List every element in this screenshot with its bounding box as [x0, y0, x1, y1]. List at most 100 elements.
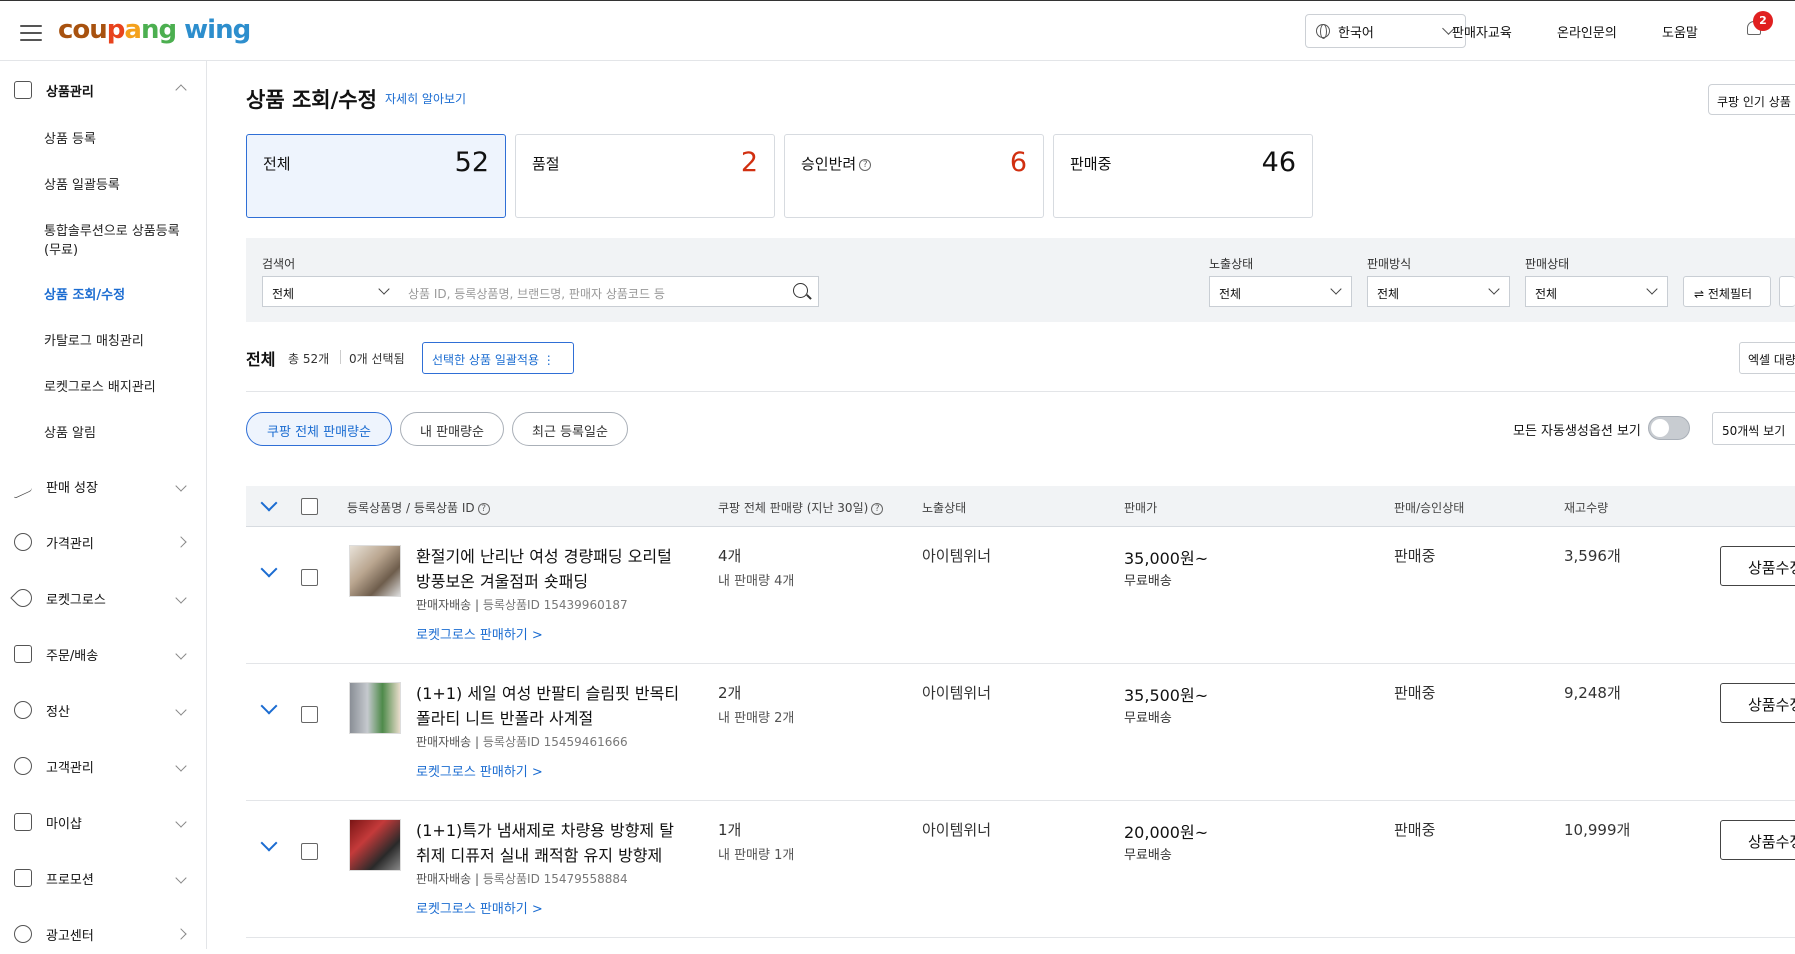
stat-card-soldout[interactable]: 품절 2 — [515, 134, 775, 218]
sort-recent[interactable]: 최근 등록일순 — [512, 412, 628, 446]
product-thumbnail[interactable] — [349, 545, 401, 597]
language-select[interactable]: 한국어 — [1305, 14, 1466, 48]
sidebar-group-promotion[interactable]: 프로모션 — [0, 858, 207, 898]
total-sales: 4개 — [718, 547, 742, 565]
rocket-icon — [10, 585, 36, 611]
expand-row-icon[interactable] — [260, 834, 278, 852]
per-page-select[interactable]: 50개씩 보기 — [1712, 412, 1795, 445]
auto-option-toggle[interactable] — [1648, 416, 1690, 440]
sidebar-item-catalog-matching[interactable]: 카탈로그 매칭관리 — [44, 332, 194, 351]
sidebar-group-label: 상품관리 — [46, 84, 94, 100]
price-tag-icon — [14, 533, 32, 551]
sale-status-select[interactable]: 전체 — [1525, 276, 1668, 307]
edit-product-button[interactable]: 상품수정 — [1720, 546, 1795, 586]
sidebar-group-product-management[interactable]: 상품관리 — [0, 70, 207, 110]
trend-icon — [14, 472, 32, 500]
sidebar-item-bulk-register[interactable]: 상품 일괄등록 — [44, 176, 194, 195]
help-icon[interactable]: ? — [477, 502, 490, 515]
chevron-down-icon — [1646, 283, 1658, 295]
sidebar-group-label: 로켓그로스 — [46, 592, 106, 608]
search-scope-select[interactable]: 전체 — [262, 276, 400, 307]
filter-icon: ⇌ — [1694, 287, 1708, 301]
popular-products-button[interactable]: 쿠팡 인기 상품 — [1708, 84, 1795, 115]
divider — [246, 391, 1795, 392]
bulk-apply-button[interactable]: 선택한 상품 일괄적용 ⋮ — [422, 342, 574, 374]
select-all-checkbox[interactable] — [301, 498, 318, 515]
ad-icon — [14, 925, 32, 943]
sidebar-group-settlement[interactable]: 정산 — [0, 690, 207, 730]
sidebar-group-myshop[interactable]: 마이샵 — [0, 802, 207, 842]
help-icon[interactable]: ? — [859, 158, 872, 171]
extra-filter-button[interactable] — [1779, 276, 1795, 307]
sale-status: 판매중 — [1394, 684, 1436, 702]
sidebar-group-rocketgrowth[interactable]: 로켓그로스 — [0, 578, 207, 618]
row-checkbox[interactable] — [301, 843, 318, 860]
menu-icon[interactable] — [20, 25, 42, 41]
sidebar-group-label: 판매 성장 — [46, 480, 98, 496]
total-sales: 2개 — [718, 684, 742, 702]
help-icon[interactable]: ? — [871, 502, 884, 515]
sort-coupang-sales[interactable]: 쿠팡 전체 판매량순 — [246, 412, 392, 446]
learn-more-link[interactable]: 자세히 알아보기 — [385, 90, 466, 107]
product-name[interactable]: (1+1)특가 냄새제로 차량용 방향제 탈취제 디퓨저 실내 쾌적함 유지 방… — [416, 818, 686, 868]
product-thumbnail[interactable] — [349, 819, 401, 871]
sort-my-sales[interactable]: 내 판매량순 — [400, 412, 504, 446]
product-id: 등록상품ID 15479558884 — [482, 872, 628, 886]
shipping-type: 판매자배송 — [416, 872, 472, 886]
sidebar-group-price[interactable]: 가격관리 — [0, 522, 207, 562]
sidebar-group-sales-growth[interactable]: 판매 성장 — [0, 466, 207, 506]
logo-text: cou — [58, 15, 108, 45]
search-icon[interactable] — [793, 283, 808, 298]
sidebar-group-label: 광고센터 — [46, 928, 94, 944]
shipping-type: 판매자배송 — [416, 735, 472, 749]
sidebar-item-product-alert[interactable]: 상품 알림 — [44, 424, 194, 443]
logo-text: a — [124, 15, 142, 45]
sidebar-item-product-search[interactable]: 상품 조회/수정 — [44, 286, 194, 305]
product-meta: 판매자배송 | 등록상품ID 15459461666 — [416, 735, 628, 749]
product-name[interactable]: (1+1) 세일 여성 반팔티 슬림핏 반목티 폴라티 니트 반폴라 사계절 — [416, 681, 686, 731]
stat-card-rejected[interactable]: 승인반려? 6 — [784, 134, 1044, 218]
sidebar-item-rocketgrowth-badge[interactable]: 로켓그로스 배지관리 — [44, 378, 194, 397]
product-thumbnail[interactable] — [349, 682, 401, 734]
help-link[interactable]: 도움말 — [1662, 22, 1698, 41]
edit-product-button[interactable]: 상품수정 — [1720, 820, 1795, 860]
expand-row-icon[interactable] — [260, 560, 278, 578]
sale-method-select[interactable]: 전체 — [1367, 276, 1510, 307]
row-checkbox[interactable] — [301, 569, 318, 586]
sidebar-item-solution-register[interactable]: 통합솔루션으로 상품등록 (무료) — [44, 222, 194, 260]
sidebar-group-order-delivery[interactable]: 주문/배송 — [0, 634, 207, 674]
rocketgrowth-link[interactable]: 로켓그로스 판매하기 > — [416, 898, 543, 917]
expand-row-icon[interactable] — [260, 697, 278, 715]
table-row: (1+1) 세일 여성 반팔티 슬림핏 반목티 폴라티 니트 반폴라 사계절 판… — [246, 664, 1795, 801]
table-header: 등록상품명 / 등록상품 ID? 쿠팡 전체 판매량 (지난 30일)? 노출상… — [246, 486, 1795, 527]
all-filter-button[interactable]: ⇌ 전체필터 — [1683, 276, 1771, 307]
sidebar-item-product-register[interactable]: 상품 등록 — [44, 130, 194, 149]
rocketgrowth-link[interactable]: 로켓그로스 판매하기 > — [416, 761, 543, 780]
seller-education-link[interactable]: 판매자교육 — [1452, 22, 1512, 41]
coupang-wing-logo[interactable]: coupang wing — [58, 15, 251, 45]
rocketgrowth-link[interactable]: 로켓그로스 판매하기 > — [416, 624, 543, 643]
stat-card-selling[interactable]: 판매중 46 — [1053, 134, 1313, 218]
expand-all-icon[interactable] — [260, 494, 278, 512]
chevron-down-icon — [175, 592, 187, 604]
edit-product-button[interactable]: 상품수정 — [1720, 683, 1795, 723]
online-inquiry-link[interactable]: 온라인문의 — [1557, 22, 1617, 41]
stat-label: 품절 — [532, 155, 560, 173]
product-meta: 판매자배송 | 등록상품ID 15439960187 — [416, 598, 628, 612]
sidebar-group-ad-center[interactable]: 광고센터 — [0, 914, 207, 954]
sidebar-group-customer[interactable]: 고객관리 — [0, 746, 207, 786]
th-price: 판매가 — [1124, 501, 1158, 515]
exposure-select[interactable]: 전체 — [1209, 276, 1352, 307]
sidebar-group-label: 고객관리 — [46, 760, 94, 776]
search-input[interactable]: 상품 ID, 등록상품명, 브랜드명, 판매자 상품코드 등 — [399, 276, 819, 307]
search-placeholder: 상품 ID, 등록상품명, 브랜드명, 판매자 상품코드 등 — [408, 287, 665, 301]
sale-status-label: 판매상태 — [1525, 257, 1570, 271]
row-checkbox[interactable] — [301, 706, 318, 723]
stat-card-all[interactable]: 전체 52 — [246, 134, 506, 218]
my-sales: 내 판매량 2개 — [718, 711, 795, 726]
excel-bulk-button[interactable]: 엑셀 대량 — [1739, 342, 1795, 374]
bell-icon[interactable]: 2 — [1745, 11, 1773, 39]
top-bar: coupang wing 한국어 판매자교육 온라인문의 도움말 2 — [0, 0, 1795, 61]
chevron-down-icon — [175, 480, 187, 492]
product-name[interactable]: 환절기에 난리난 여성 경량패딩 오리털 방풍보온 겨울점퍼 숏패딩 — [416, 544, 686, 594]
